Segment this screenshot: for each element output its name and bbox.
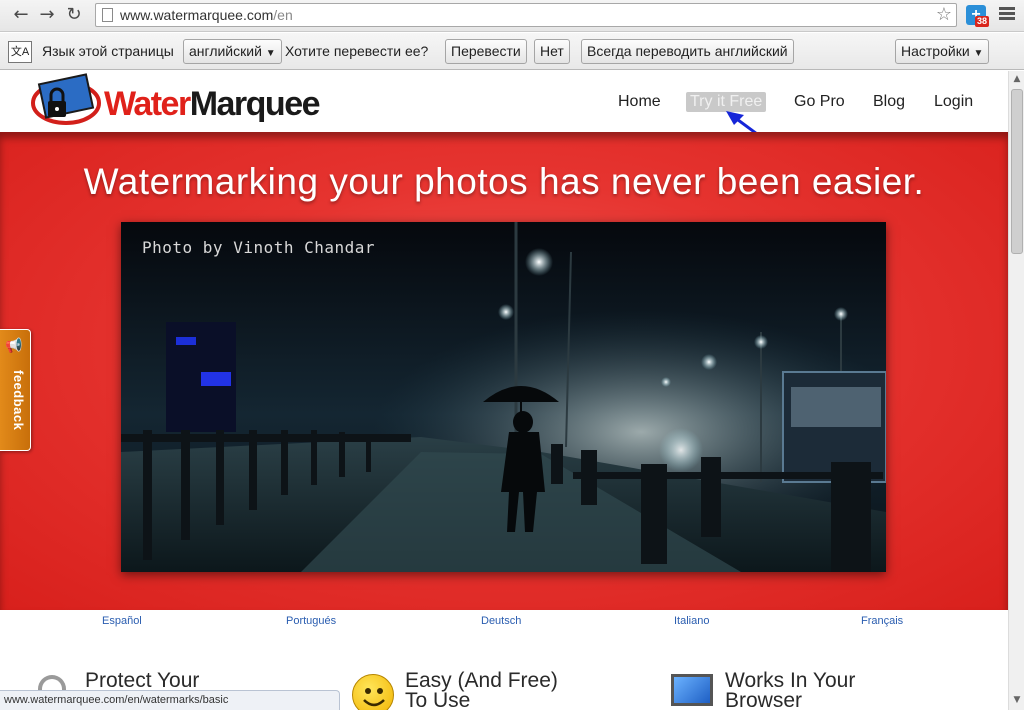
feature-title-line: To Use [405,689,471,710]
page-icon [102,8,113,22]
translate-button[interactable]: Перевести [445,39,527,64]
always-translate-button[interactable]: Всегда переводить английский [581,39,794,64]
webpage: WaterMarquee Home Try it Free Go Pro Blo… [0,71,1008,710]
scroll-up-arrow-icon[interactable]: ▲ [1009,71,1024,87]
monitor-icon [671,674,713,706]
site-header: WaterMarquee Home Try it Free Go Pro Blo… [0,71,1008,153]
bookmark-star-icon[interactable]: ☆ [936,4,952,25]
scroll-down-arrow-icon[interactable]: ▼ [1009,692,1024,708]
translate-question: Хотите перевести ее? [285,43,429,59]
url-path: /en [273,7,293,23]
translate-infobar: 文A Язык этой страницы английский ▼ Хотит… [0,33,1024,70]
lang-link-de[interactable]: Deutsch [481,615,521,627]
feature-easy-title: Easy (And Free) To Use [405,669,558,710]
settings-button[interactable]: Настройки ▼ [895,39,990,64]
smiley-icon [352,674,394,710]
nav-home[interactable]: Home [618,93,661,111]
scrollbar-thumb[interactable] [1011,89,1023,254]
language-select[interactable]: английский ▼ [183,39,282,64]
translate-icon: 文A [8,41,32,63]
nav-go-pro[interactable]: Go Pro [794,93,845,111]
extension-badge: 38 [975,16,990,27]
settings-button-label: Настройки [901,43,970,59]
page-scrollbar[interactable]: ▲ ▼ [1008,71,1024,710]
nav-login[interactable]: Login [934,93,973,111]
hero-banner: Watermarking your photos has never been … [0,132,1008,610]
address-bar[interactable]: www.watermarquee.com/en ☆ [95,3,957,27]
feedback-tab[interactable]: 📢 feedback [0,329,31,451]
megaphone-icon: 📢 [5,338,23,354]
browser-toolbar: ← → ↻ www.watermarquee.com/en ☆ + 38 [0,0,1024,32]
language-select-value: английский [189,43,262,59]
reload-icon[interactable]: ↻ [63,4,85,26]
feature-title-line: Works In Your [725,669,856,692]
language-links: Español Portugués Deutsch Italiano Franç… [0,610,1008,638]
status-bar: www.watermarquee.com/en/watermarks/basic [0,690,340,710]
lang-link-es[interactable]: Español [102,615,142,627]
hero-title: Watermarking your photos has never been … [83,161,925,202]
hero-photo: Photo by Vinoth Chandar [121,222,886,572]
feedback-label: feedback [11,370,26,431]
lang-link-fr[interactable]: Français [861,615,903,627]
wrench-menu-icon[interactable] [999,7,1015,22]
photo-credit: Photo by Vinoth Chandar [142,238,376,257]
url-host: www.watermarquee.com [120,7,274,23]
forward-icon[interactable]: → [36,4,58,26]
feature-browser-title: Works In Your Browser [725,669,856,710]
logo-word-water: Water [104,85,191,123]
page-language-label: Язык этой страницы [42,43,174,59]
lang-link-pt[interactable]: Portugués [286,615,336,627]
logo-icon[interactable] [30,71,102,129]
chevron-down-icon: ▼ [973,48,984,59]
lang-link-it[interactable]: Italiano [674,615,709,627]
browser-window: ← → ↻ www.watermarquee.com/en ☆ + 38 文A … [0,0,1024,710]
url-text[interactable]: www.watermarquee.com/en [120,7,293,23]
logo-word-marquee: Marquee [189,85,321,123]
night-street-image [121,222,886,572]
no-button[interactable]: Нет [534,39,570,64]
feature-protect-title: Protect Your [85,669,200,692]
chevron-down-icon: ▼ [265,48,276,59]
feature-title-line: Protect Your [85,669,200,692]
logo-wordmark[interactable]: WaterMarquee [104,85,321,124]
feature-title-line: Browser [725,689,803,710]
nav-blog[interactable]: Blog [873,93,905,111]
back-icon[interactable]: ← [10,4,32,26]
feature-title-line: Easy (And Free) [405,669,558,692]
